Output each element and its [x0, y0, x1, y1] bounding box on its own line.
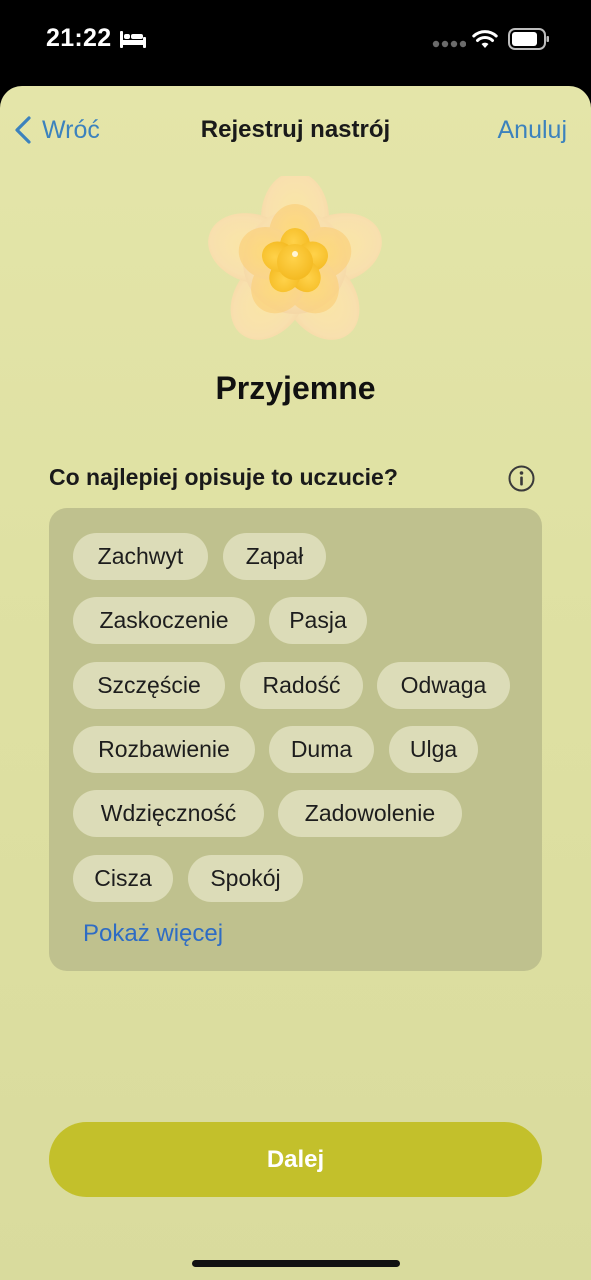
- info-icon[interactable]: [508, 465, 535, 492]
- status-bar: 21:22: [0, 0, 591, 86]
- status-time: 21:22: [46, 24, 112, 52]
- cancel-button[interactable]: Anuluj: [498, 116, 568, 145]
- tag-zaskoczenie[interactable]: Zaskoczenie: [73, 597, 255, 644]
- battery-icon: [508, 28, 549, 50]
- question-text: Co najlepiej opisuje to uczucie?: [49, 464, 398, 490]
- signal-icon: [432, 40, 466, 48]
- wifi-icon: [472, 30, 498, 48]
- tag-pasja[interactable]: Pasja: [269, 597, 367, 644]
- tags-card: Zachwyt Zapał Zaskoczenie Pasja Szczęści…: [49, 508, 542, 971]
- tag-spokoj[interactable]: Spokój: [188, 855, 303, 902]
- tag-wdziecznosc[interactable]: Wdzięczność: [73, 790, 264, 837]
- tag-szczescie[interactable]: Szczęście: [73, 662, 225, 709]
- home-indicator: [192, 1260, 400, 1267]
- mood-sheet: Wróć Rejestruj nastrój Anuluj Przyjemne …: [0, 86, 591, 1280]
- flower-icon: [208, 176, 382, 340]
- next-button[interactable]: Dalej: [49, 1122, 542, 1197]
- tag-odwaga[interactable]: Odwaga: [377, 662, 510, 709]
- tag-cisza[interactable]: Cisza: [73, 855, 173, 902]
- mood-label: Przyjemne: [215, 370, 376, 406]
- tag-zadowolenie[interactable]: Zadowolenie: [278, 790, 462, 837]
- show-more-link[interactable]: Pokaż więcej: [83, 920, 223, 948]
- tag-radosc[interactable]: Radość: [240, 662, 363, 709]
- tag-zapal[interactable]: Zapał: [223, 533, 326, 580]
- tag-zachwyt[interactable]: Zachwyt: [73, 533, 208, 580]
- tag-duma[interactable]: Duma: [269, 726, 374, 773]
- tag-ulga[interactable]: Ulga: [389, 726, 478, 773]
- bed-icon: [120, 31, 146, 48]
- tag-rozbawienie[interactable]: Rozbawienie: [73, 726, 255, 773]
